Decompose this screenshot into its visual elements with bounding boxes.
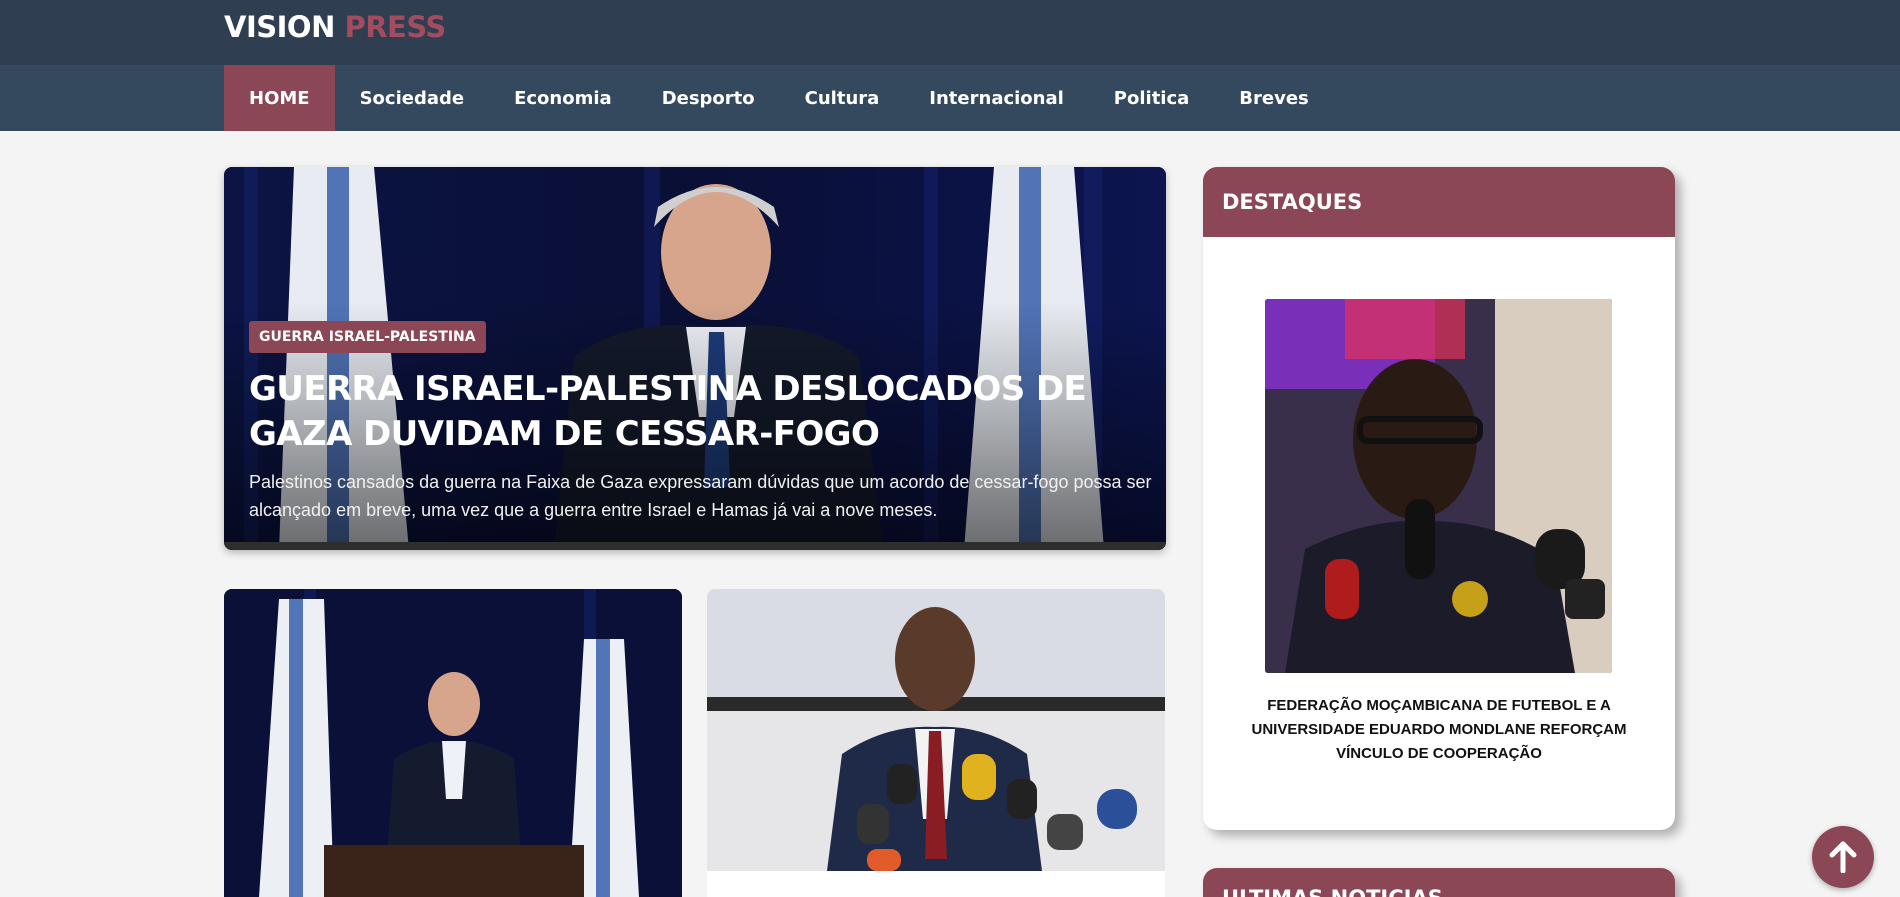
site-logo[interactable]: VISION PRESS: [224, 10, 446, 44]
article-card-image: [224, 589, 682, 897]
nav-item-breves[interactable]: Breves: [1214, 65, 1333, 131]
back-to-top-button[interactable]: [1812, 826, 1874, 888]
logo-main-text: VISION: [224, 10, 335, 44]
sidebar-heading: DESTAQUES: [1203, 167, 1675, 237]
article-card-image: [707, 589, 1165, 871]
hero-excerpt: Palestinos cansados da guerra na Faixa d…: [249, 472, 1152, 520]
nav-item-economia[interactable]: Economia: [489, 65, 637, 131]
main-nav: HOME Sociedade Economia Desporto Cultura…: [0, 65, 1900, 131]
featured-image[interactable]: [1265, 299, 1612, 673]
arrow-up-icon: [1829, 841, 1857, 873]
article-card[interactable]: [707, 589, 1165, 897]
nav-item-sociedade[interactable]: Sociedade: [335, 65, 490, 131]
sidebar-latest-heading: ULTIMAS NOTICIAS: [1222, 886, 1443, 897]
hero-title[interactable]: GUERRA ISRAEL-PALESTINA DESLOCADOS DE GA…: [249, 367, 1149, 457]
nav-list: HOME Sociedade Economia Desporto Cultura…: [224, 65, 1334, 131]
hero-category-badge[interactable]: GUERRA ISRAEL-PALESTINA: [249, 321, 486, 353]
sidebar-latest-news: ULTIMAS NOTICIAS: [1203, 868, 1675, 897]
sidebar-featured: DESTAQUES FEDERAÇÃO MOÇAMBICANA DE FUTEB…: [1203, 167, 1675, 830]
featured-caption[interactable]: FEDERAÇÃO MOÇAMBICANA DE FUTEBOL E A UNI…: [1243, 694, 1635, 766]
nav-item-home[interactable]: HOME: [224, 65, 335, 131]
article-card[interactable]: [224, 589, 682, 897]
nav-item-cultura[interactable]: Cultura: [780, 65, 905, 131]
brand-bar: VISION PRESS: [0, 0, 1900, 65]
logo-accent-text: PRESS: [344, 10, 446, 44]
nav-item-internacional[interactable]: Internacional: [904, 65, 1089, 131]
featured-photo: [1265, 299, 1612, 673]
nav-item-politica[interactable]: Politica: [1089, 65, 1215, 131]
hero-article[interactable]: GUERRA ISRAEL-PALESTINA GUERRA ISRAEL-PA…: [224, 167, 1166, 550]
nav-item-desporto[interactable]: Desporto: [637, 65, 780, 131]
